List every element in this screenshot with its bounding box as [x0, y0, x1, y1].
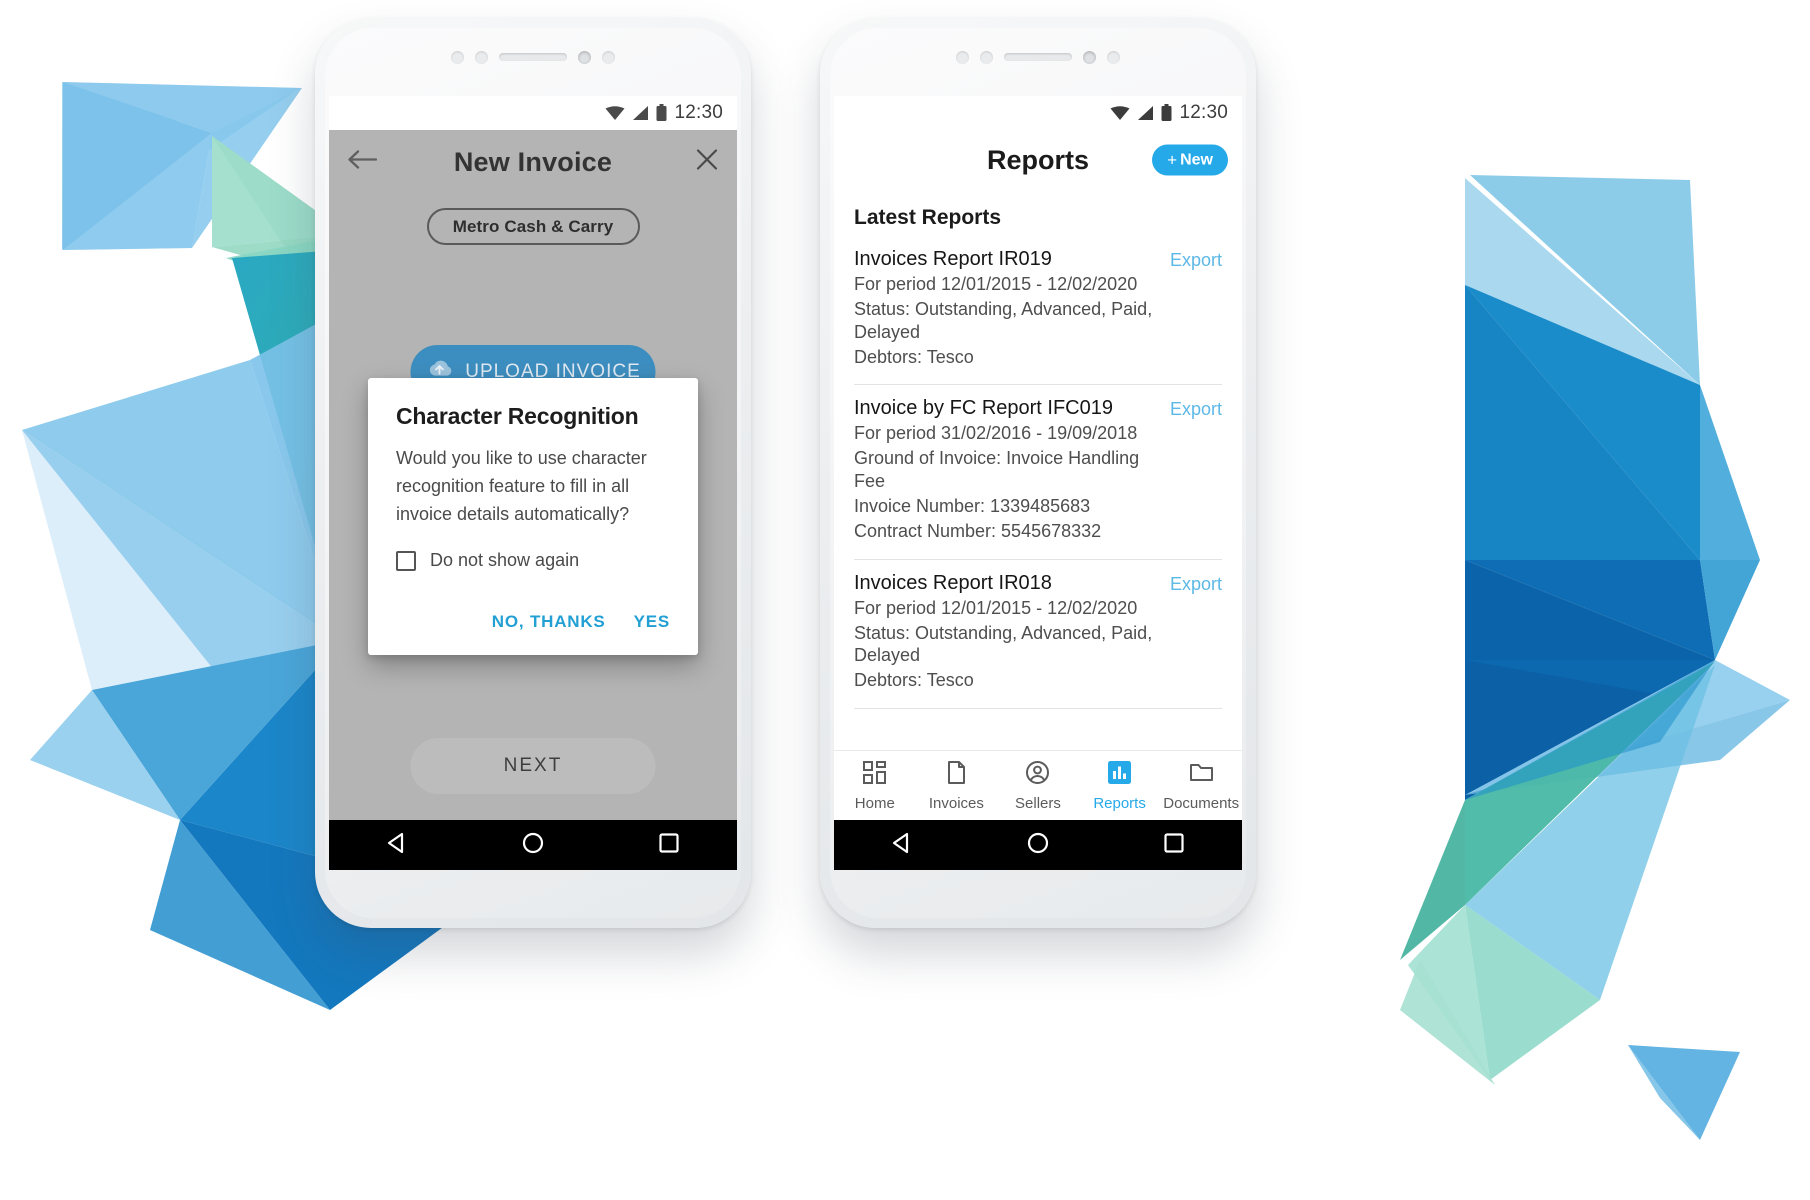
tab-invoices[interactable]: Invoices [916, 760, 998, 812]
report-title: Invoices Report IR018 [854, 571, 1052, 594]
new-invoice-app-bar: New Invoice [329, 130, 737, 194]
character-recognition-dialog: Character Recognition Would you like to … [368, 378, 698, 656]
dialog-body-text: Would you like to use character recognit… [396, 448, 647, 525]
yes-button[interactable]: YES [634, 612, 670, 632]
back-triangle-icon[interactable] [889, 830, 915, 861]
screenshot-stage: 12:30 New Invoice Metro Cash & Carry UPL… [0, 0, 1810, 1200]
report-detail-line: Debtors: Tesco [854, 670, 974, 691]
report-detail-line: Ground of Invoice: Invoice Handling Fee [854, 448, 1140, 492]
new-report-button[interactable]: + New [1152, 144, 1228, 176]
list-item[interactable]: Invoice by FC Report IFC019 Export For p… [854, 385, 1222, 560]
list-item[interactable]: Invoices Report IR019 Export For period … [854, 236, 1222, 386]
left-status-bar: 12:30 [329, 96, 737, 130]
tab-home[interactable]: Home [834, 760, 916, 812]
tab-label: Reports [1093, 794, 1146, 812]
phone-right: 12:30 Reports + New Latest Reports Invoi… [820, 18, 1256, 928]
no-thanks-button[interactable]: NO, THANKS [492, 612, 606, 632]
home-circle-icon[interactable] [520, 830, 546, 861]
phone-left-speaker-cluster [428, 44, 638, 70]
wifi-icon [605, 106, 625, 120]
back-arrow-icon[interactable] [347, 148, 378, 177]
report-header: Invoices Report IR019 Export [854, 248, 1222, 271]
status-bar-time: 12:30 [1179, 102, 1228, 123]
next-button[interactable]: NEXT [410, 738, 656, 794]
status-bar-time: 12:30 [674, 102, 723, 123]
reports-list: Invoices Report IR019 Export For period … [834, 236, 1242, 750]
tab-label: Documents [1163, 794, 1240, 812]
list-item[interactable]: Invoices Report IR018 Export For period … [854, 560, 1222, 710]
report-detail-line: Invoice Number: 1339485683 [854, 496, 1091, 517]
document-icon [944, 760, 969, 790]
report-detail-line: Debtors: Tesco [854, 346, 974, 367]
sensor-dot-icon [451, 50, 464, 64]
tab-reports[interactable]: Reports [1079, 760, 1161, 812]
seller-chip[interactable]: Metro Cash & Carry [426, 208, 640, 245]
report-detail-line: For period 31/02/2016 - 19/09/2018 [854, 423, 1138, 444]
front-camera-icon [1083, 50, 1096, 64]
do-not-show-again-checkbox-row[interactable]: Do not show again [396, 550, 670, 571]
tab-label: Invoices [928, 794, 984, 812]
right-android-nav-bar [834, 820, 1242, 870]
report-header: Invoices Report IR018 Export [854, 572, 1222, 595]
sensor-dot-icon [475, 50, 488, 64]
folder-icon [1189, 760, 1214, 790]
dialog-action-row: NO, THANKS YES [396, 597, 670, 647]
report-detail-line: For period 12/01/2015 - 12/02/2020 [854, 274, 1138, 294]
tab-documents[interactable]: Documents [1160, 760, 1242, 812]
phone-left-screen: 12:30 New Invoice Metro Cash & Carry UPL… [329, 96, 737, 820]
signal-icon [1138, 106, 1154, 120]
sensor-dot-icon [602, 50, 615, 64]
front-camera-icon [578, 50, 591, 64]
report-detail-line: For period 12/01/2015 - 12/02/2020 [854, 597, 1138, 618]
plus-icon: + [1167, 150, 1178, 169]
report-detail-line: Status: Outstanding, Advanced, Paid, Del… [854, 298, 1153, 342]
bottom-tab-bar: Home Invoices Sellers Reports Documents [834, 750, 1242, 820]
report-detail-line: Contract Number: 5545678332 [854, 520, 1102, 541]
tab-label: Sellers [1015, 794, 1061, 812]
signal-icon [633, 106, 649, 120]
phone-left: 12:30 New Invoice Metro Cash & Carry UPL… [315, 18, 751, 928]
sensor-dot-icon [1107, 50, 1120, 64]
account-circle-icon [1025, 760, 1050, 790]
checkbox-label: Do not show again [430, 550, 580, 571]
page-title: New Invoice [453, 146, 613, 177]
report-title: Invoice by FC Report IFC019 [854, 397, 1113, 420]
earpiece-grill [1004, 53, 1072, 61]
dialog-title: Character Recognition [396, 403, 639, 429]
phone-right-speaker-cluster [933, 44, 1143, 70]
phone-right-screen: 12:30 Reports + New Latest Reports Invoi… [834, 96, 1242, 820]
recents-square-icon[interactable] [656, 830, 682, 861]
close-icon[interactable] [695, 148, 719, 177]
grid-icon [862, 760, 887, 790]
battery-icon [1161, 104, 1172, 121]
reports-app-bar: Reports + New [834, 130, 1242, 190]
reports-screen: Reports + New Latest Reports Invoices Re… [834, 130, 1242, 820]
left-android-nav-bar [329, 820, 737, 870]
report-header: Invoice by FC Report IFC019 Export [854, 397, 1222, 420]
sensor-dot-icon [956, 50, 969, 64]
checkbox-icon[interactable] [396, 550, 416, 571]
bar-chart-icon [1107, 760, 1132, 790]
earpiece-grill [499, 53, 567, 61]
battery-icon [656, 104, 667, 121]
new-invoice-screen: New Invoice Metro Cash & Carry UPLOAD IN… [329, 130, 737, 820]
export-button[interactable]: Export [1170, 397, 1222, 420]
tab-label: Home [854, 794, 895, 812]
report-title: Invoices Report IR019 [854, 248, 1052, 270]
new-report-label: New [1180, 151, 1213, 168]
export-button[interactable]: Export [1170, 248, 1222, 271]
right-status-bar: 12:30 [834, 96, 1242, 130]
home-circle-icon[interactable] [1025, 830, 1051, 861]
wifi-icon [1110, 106, 1130, 120]
report-detail-line: Status: Outstanding, Advanced, Paid, Del… [854, 622, 1153, 666]
back-triangle-icon[interactable] [384, 830, 410, 861]
section-title: Latest Reports [854, 206, 1002, 229]
export-button[interactable]: Export [1170, 572, 1222, 595]
tab-sellers[interactable]: Sellers [997, 760, 1079, 812]
sensor-dot-icon [980, 50, 993, 64]
recents-square-icon[interactable] [1161, 830, 1187, 861]
